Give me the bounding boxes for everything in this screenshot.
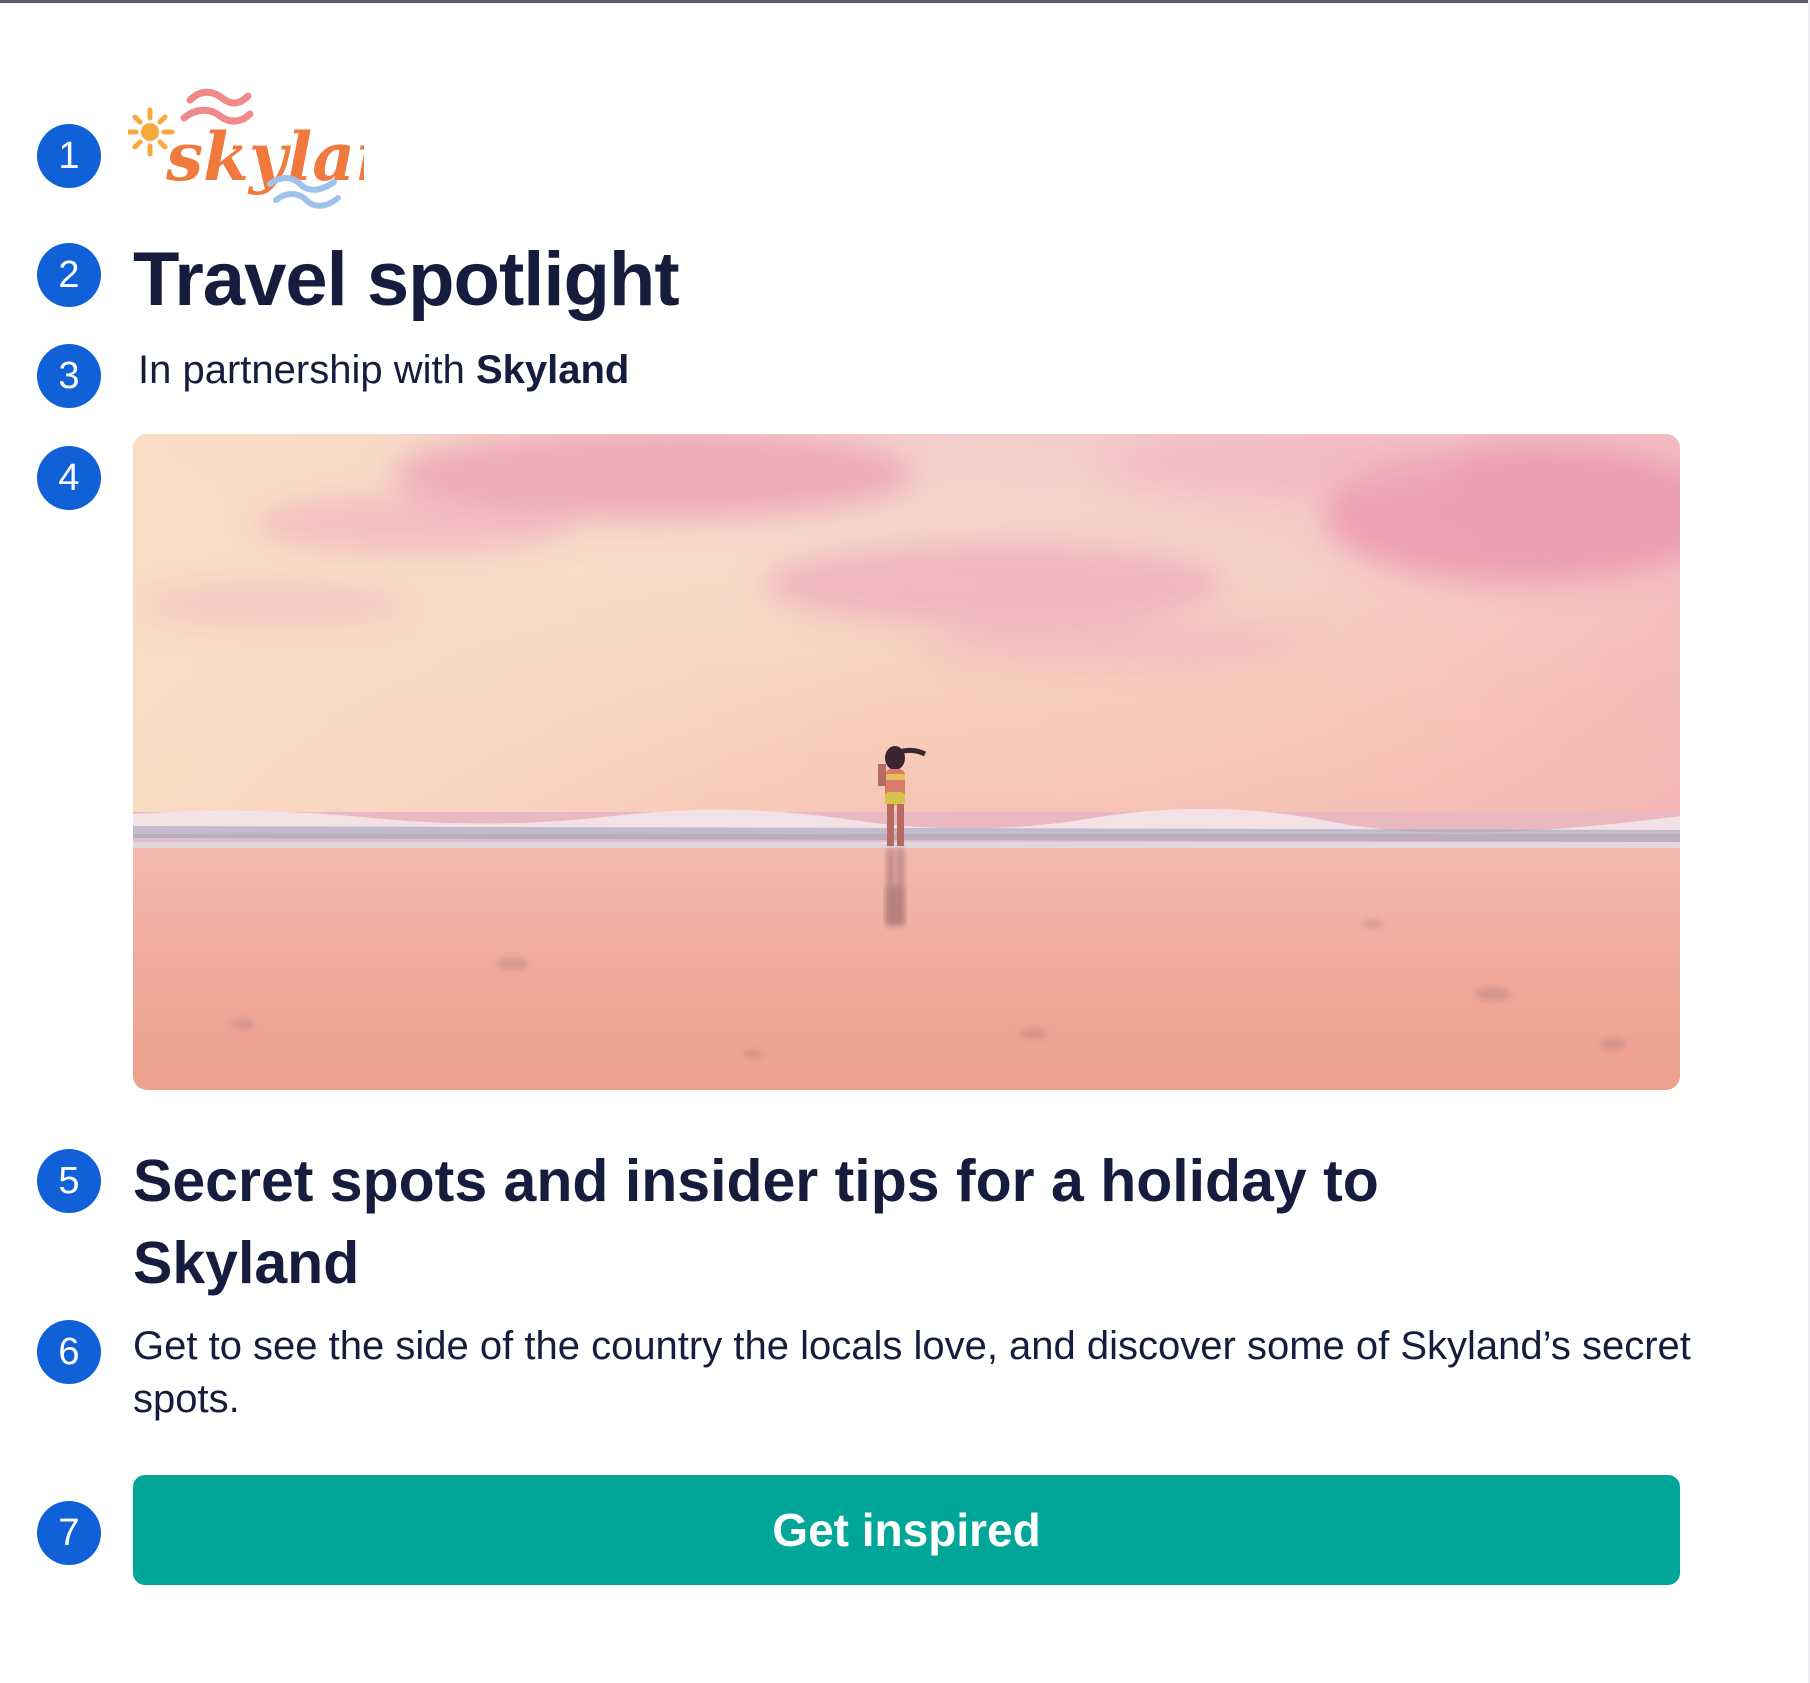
travel-spotlight-card: 1 2 3 4 5 6 7 skyla Travel spotlight In … [0, 0, 1810, 1683]
wave-top-icon [180, 88, 254, 125]
partner-name: Skyland [475, 348, 630, 392]
top-divider [0, 0, 1810, 3]
get-inspired-button[interactable]: Get inspired [133, 1475, 1680, 1585]
partnership-prefix: In partnership with [138, 348, 465, 392]
skyland-logo: skyland [128, 88, 364, 224]
section-title: Travel spotlight [133, 237, 680, 322]
annotation-marker-7: 7 [37, 1501, 101, 1565]
annotation-marker-3: 3 [37, 344, 101, 408]
hero-image [133, 434, 1680, 1090]
skyland-logo-graphic: skyland [128, 88, 364, 209]
annotation-marker-2: 2 [37, 243, 101, 307]
partnership-line: In partnership with Skyland [138, 348, 629, 393]
annotation-marker-4: 4 [37, 446, 101, 510]
annotation-marker-1: 1 [37, 124, 101, 188]
article-headline: Secret spots and insider tips for a holi… [133, 1148, 1379, 1296]
article-description: Get to see the side of the country the l… [133, 1324, 1691, 1421]
annotation-marker-6: 6 [37, 1320, 101, 1384]
beach-sunset-photo [133, 434, 1680, 1090]
annotation-marker-5: 5 [37, 1149, 101, 1213]
